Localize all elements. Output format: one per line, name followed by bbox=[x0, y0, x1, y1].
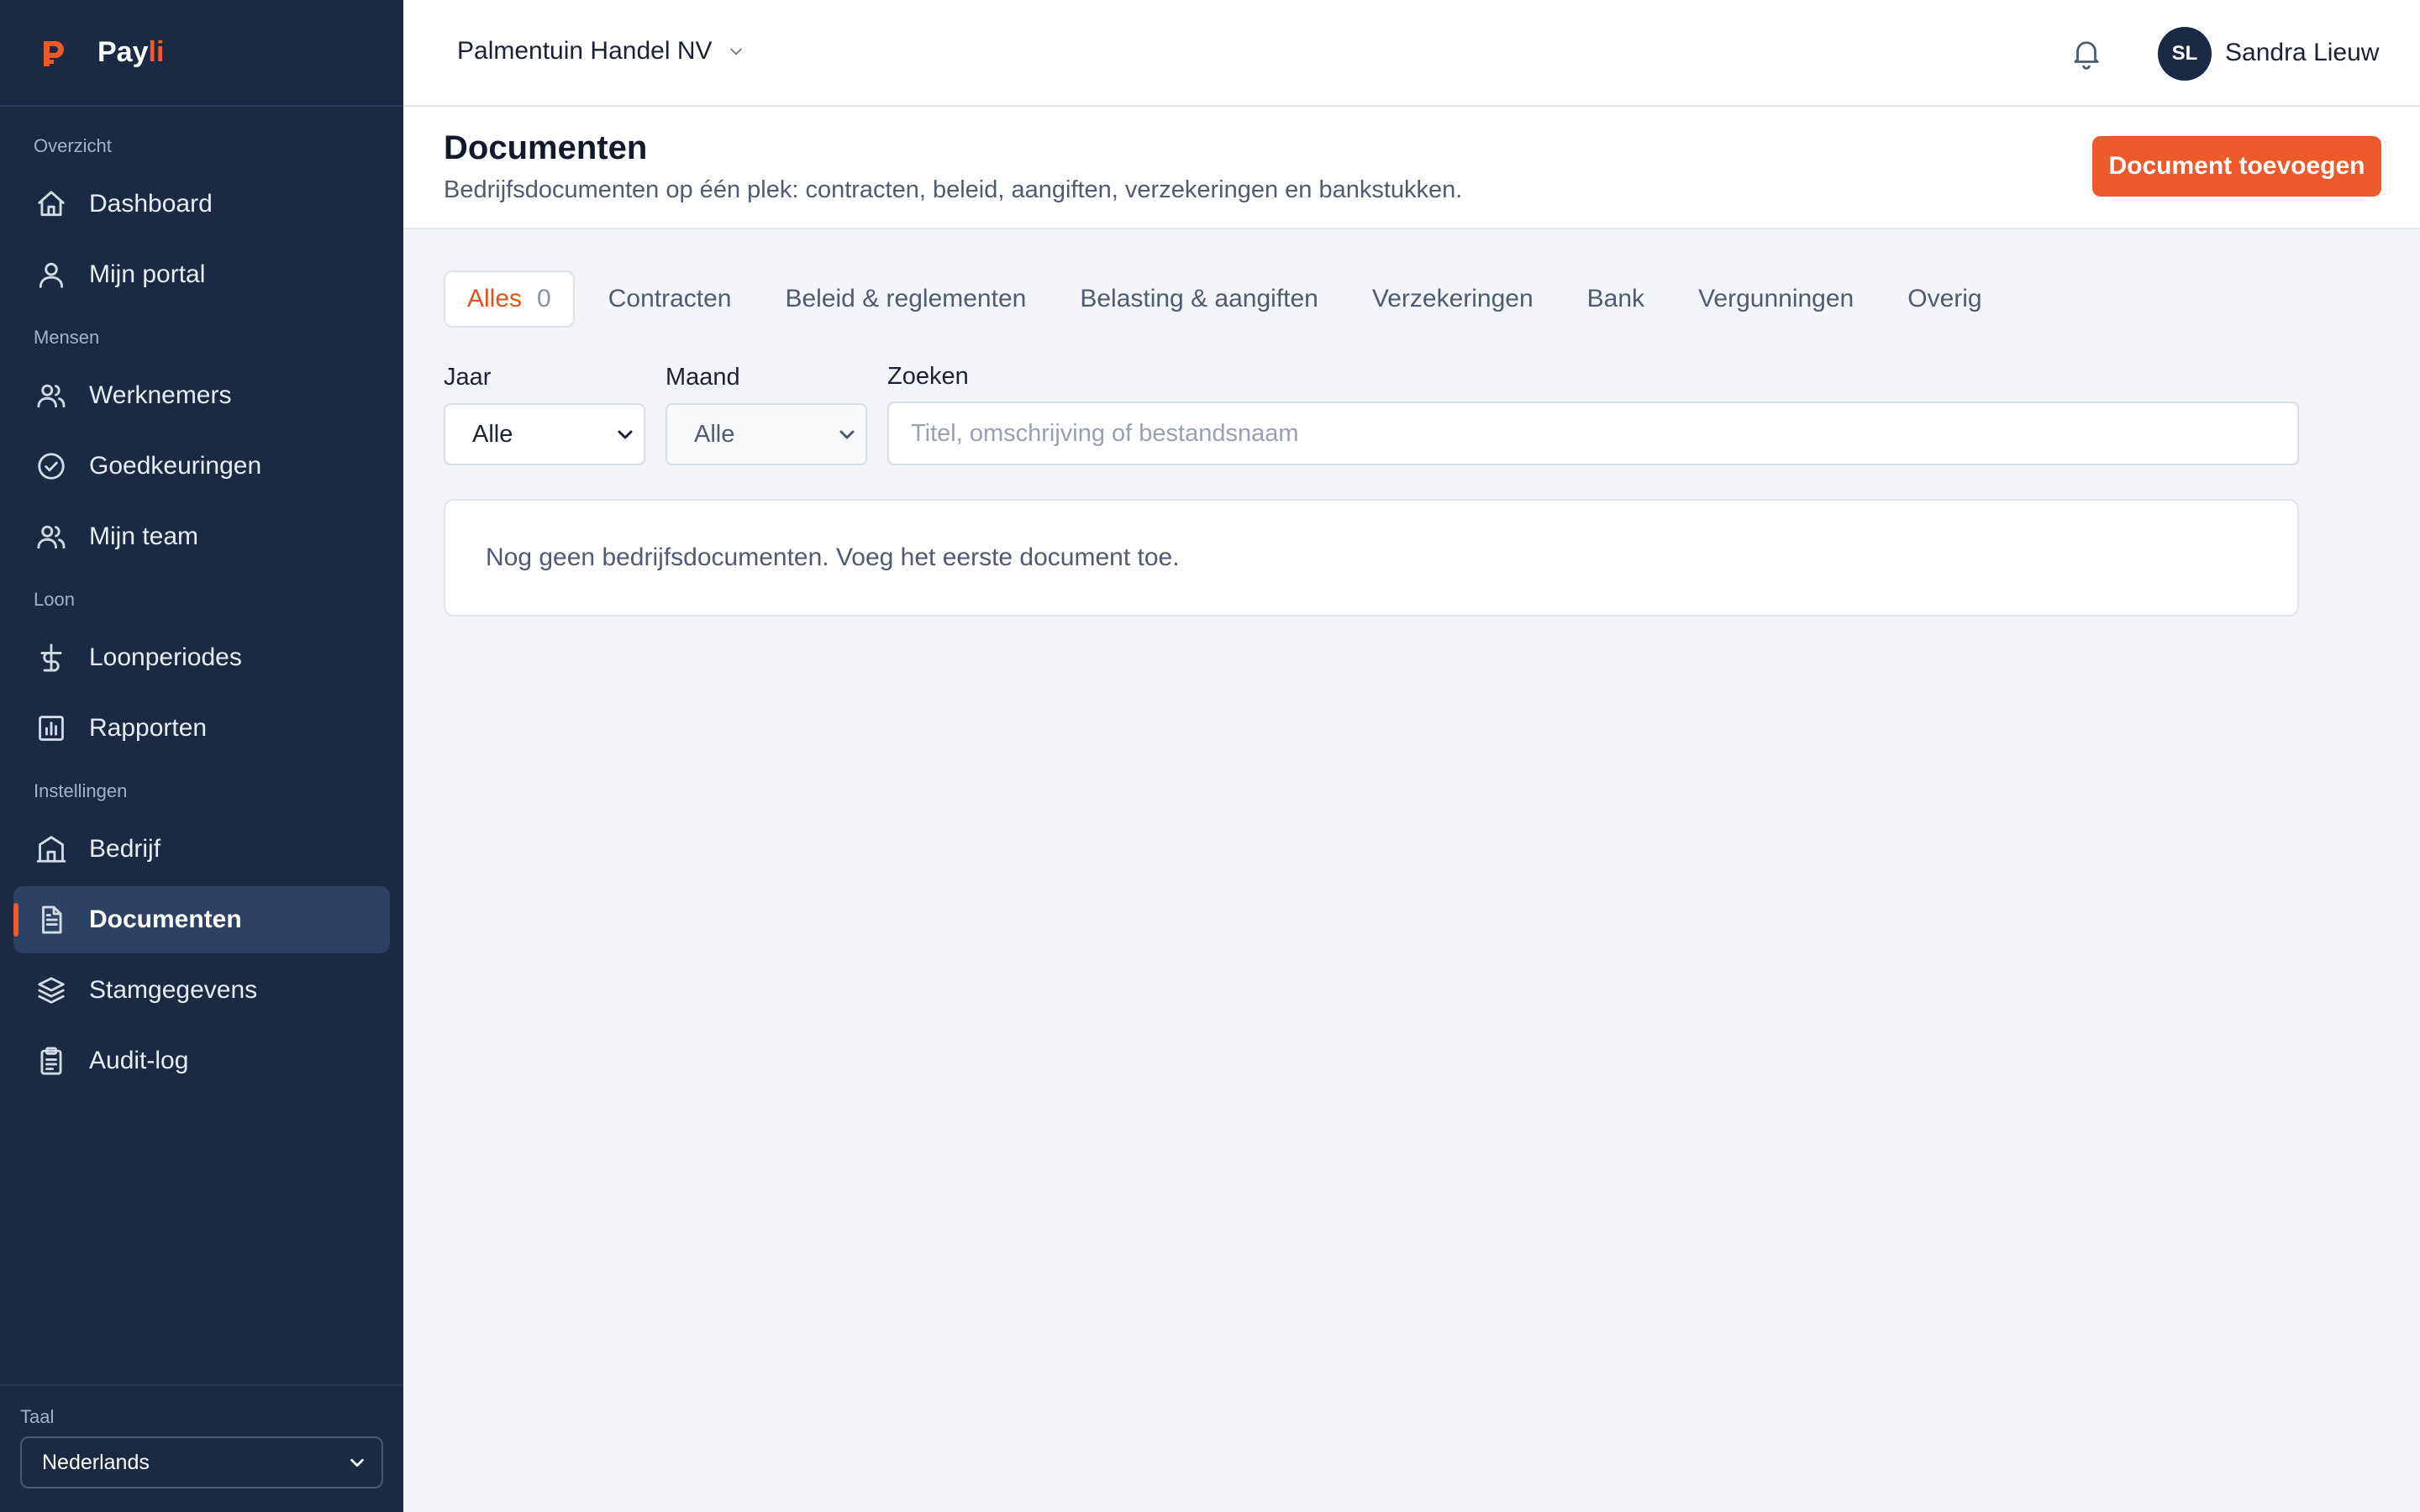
sidebar-item-audit-log[interactable]: Audit-log bbox=[13, 1027, 390, 1095]
bell-icon[interactable] bbox=[2069, 35, 2104, 71]
sidebar-item-label: Loonperiodes bbox=[89, 643, 242, 671]
home-icon bbox=[35, 188, 67, 220]
sidebar-item-documenten[interactable]: Documenten bbox=[13, 886, 390, 953]
sidebar-item-stamgegevens[interactable]: Stamgegevens bbox=[13, 957, 390, 1024]
sidebar: Payli Overzicht Dashboard Mijn portal Me… bbox=[0, 0, 403, 1512]
user-icon bbox=[35, 259, 67, 291]
page-subtitle: Bedrijfsdocumenten op één plek: contract… bbox=[444, 176, 1463, 203]
tab-bank[interactable]: Bank bbox=[1587, 270, 1644, 328]
tab-overig[interactable]: Overig bbox=[1907, 270, 1981, 328]
sidebar-item-label: Werknemers bbox=[89, 381, 232, 409]
sidebar-item-rapporten[interactable]: Rapporten bbox=[13, 695, 390, 762]
year-value: Alle bbox=[472, 420, 513, 448]
sidebar-item-bedrijf[interactable]: Bedrijf bbox=[13, 816, 390, 883]
section-label-overzicht: Overzicht bbox=[34, 135, 112, 156]
year-label: Jaar bbox=[444, 364, 492, 391]
tab-alles[interactable]: Alles 0 bbox=[444, 270, 575, 328]
clipboard-icon bbox=[35, 1045, 67, 1077]
chevron-down-icon bbox=[618, 430, 633, 439]
sidebar-item-mijn-portal[interactable]: Mijn portal bbox=[13, 241, 390, 308]
sidebar-item-label: Rapporten bbox=[89, 714, 208, 742]
month-label: Maand bbox=[666, 364, 740, 391]
add-document-button[interactable]: Document toevoegen bbox=[2092, 136, 2381, 197]
document-icon bbox=[35, 904, 67, 936]
language-select[interactable]: Nederlands bbox=[20, 1436, 383, 1488]
empty-state-message: Nog geen bedrijfsdocumenten. Voeg het ee… bbox=[486, 543, 1180, 571]
sidebar-item-label: Mijn portal bbox=[89, 260, 206, 288]
users-icon bbox=[35, 380, 67, 412]
language-value: Nederlands bbox=[42, 1450, 150, 1474]
organization-switcher[interactable]: Palmentuin Handel NV bbox=[457, 37, 744, 66]
page-header: Documenten Bedrijfsdocumenten op één ple… bbox=[403, 108, 2420, 229]
sidebar-item-dashboard[interactable]: Dashboard bbox=[13, 171, 390, 238]
avatar[interactable]: SL bbox=[2158, 27, 2212, 81]
chevron-down-icon bbox=[729, 48, 742, 55]
tab-count: 0 bbox=[537, 285, 551, 312]
chevron-down-icon bbox=[350, 1458, 364, 1467]
sidebar-item-label: Mijn team bbox=[89, 522, 199, 550]
user-name[interactable]: Sandra Lieuw bbox=[2225, 39, 2379, 67]
section-label-instellingen: Instellingen bbox=[34, 780, 128, 801]
layers-icon bbox=[35, 974, 67, 1006]
language-label: Taal bbox=[20, 1406, 55, 1427]
tab-belasting-aangiften[interactable]: Belasting & aangiften bbox=[1080, 270, 1318, 328]
section-label-mensen: Mensen bbox=[34, 327, 100, 348]
bar-chart-icon bbox=[35, 712, 67, 744]
check-circle-icon bbox=[35, 450, 67, 482]
empty-state: Nog geen bedrijfsdocumenten. Voeg het ee… bbox=[444, 499, 2299, 617]
sidebar-item-label: Documenten bbox=[89, 906, 242, 933]
section-label-loon: Loon bbox=[34, 589, 75, 610]
month-value: Alle bbox=[694, 420, 735, 448]
sidebar-item-mijn-team[interactable]: Mijn team bbox=[13, 503, 390, 570]
organization-name: Palmentuin Handel NV bbox=[457, 37, 713, 65]
search-placeholder: Titel, omschrijving of bestandsnaam bbox=[911, 419, 1299, 447]
sidebar-item-label: Bedrijf bbox=[89, 835, 161, 863]
year-select[interactable]: Alle bbox=[444, 403, 645, 465]
currency-icon bbox=[35, 642, 67, 674]
users-icon bbox=[35, 521, 67, 553]
tab-vergunningen[interactable]: Vergunningen bbox=[1698, 270, 1854, 328]
tab-label: Alles bbox=[467, 285, 523, 312]
tab-beleid-reglementen[interactable]: Beleid & reglementen bbox=[785, 270, 1026, 328]
brand[interactable]: Payli bbox=[0, 0, 403, 107]
sidebar-item-label: Stamgegevens bbox=[89, 976, 258, 1004]
tab-contracten[interactable]: Contracten bbox=[608, 270, 732, 328]
sidebar-item-label: Goedkeuringen bbox=[89, 452, 262, 480]
sidebar-item-loonperiodes[interactable]: Loonperiodes bbox=[13, 624, 390, 691]
search-label: Zoeken bbox=[887, 363, 969, 390]
building-icon bbox=[35, 833, 67, 865]
topbar: Palmentuin Handel NV SL Sandra Lieuw bbox=[403, 0, 2420, 107]
brand-name: Payli bbox=[97, 36, 165, 68]
sidebar-item-label: Audit-log bbox=[89, 1047, 189, 1074]
sidebar-footer: Taal Nederlands bbox=[0, 1384, 403, 1512]
payli-logo-icon bbox=[44, 40, 64, 66]
sidebar-item-label: Dashboard bbox=[89, 190, 213, 218]
month-select[interactable]: Alle bbox=[666, 403, 867, 465]
tab-verzekeringen[interactable]: Verzekeringen bbox=[1372, 270, 1534, 328]
category-tabs: Alles 0 Contracten Beleid & reglementen … bbox=[444, 270, 2036, 328]
search-input[interactable]: Titel, omschrijving of bestandsnaam bbox=[887, 402, 2299, 465]
sidebar-item-goedkeuringen[interactable]: Goedkeuringen bbox=[13, 433, 390, 500]
chevron-down-icon bbox=[839, 430, 855, 439]
sidebar-nav: Overzicht Dashboard Mijn portal Mensen W… bbox=[0, 107, 403, 1095]
sidebar-item-werknemers[interactable]: Werknemers bbox=[13, 362, 390, 429]
page-title: Documenten bbox=[444, 129, 648, 166]
